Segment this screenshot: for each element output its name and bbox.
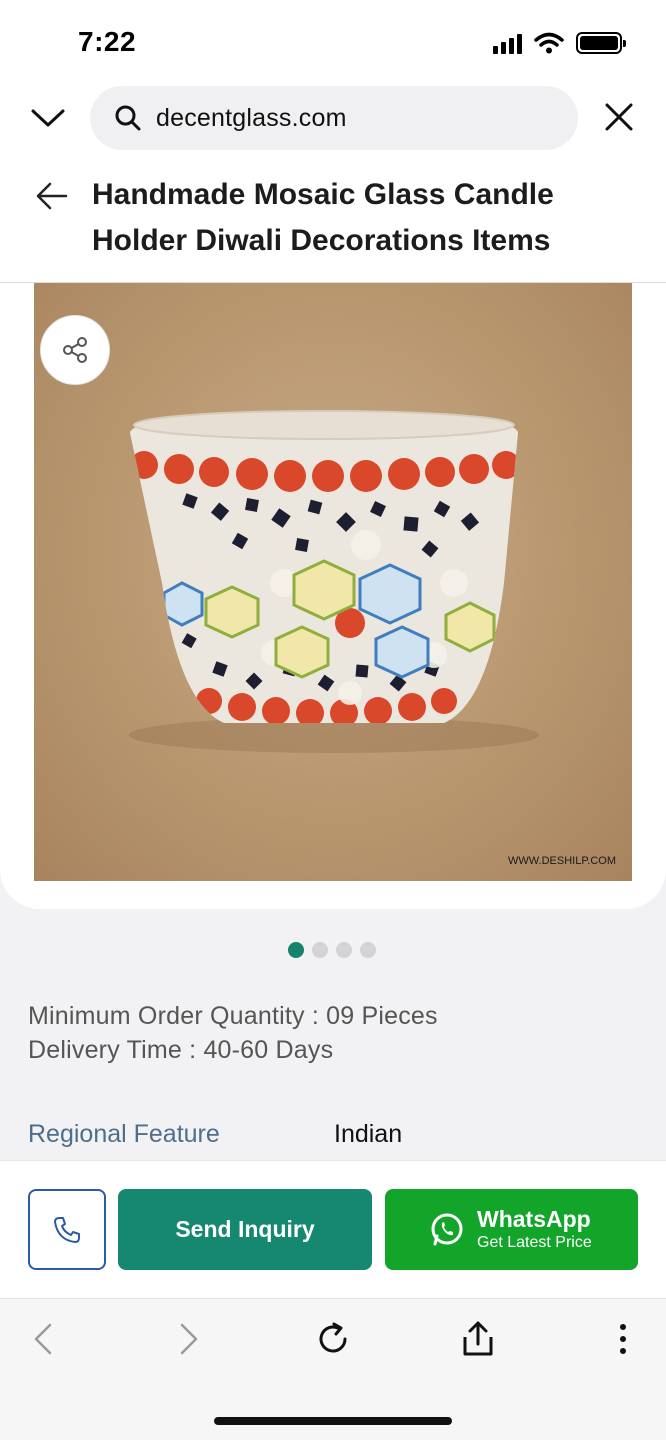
product-gallery-card: WWW.DESHILP.COM <box>0 283 666 909</box>
whatsapp-icon <box>431 1213 463 1245</box>
min-order-quantity: Minimum Order Quantity : 09 Pieces <box>28 1002 438 1030</box>
pagination-dot[interactable] <box>336 942 352 958</box>
wifi-icon <box>534 32 564 54</box>
page-title: Handmade Mosaic Glass Candle Holder Diwa… <box>92 178 554 257</box>
chevron-down-icon[interactable] <box>28 98 68 138</box>
nav-forward-icon[interactable] <box>168 1319 208 1359</box>
delivery-time: Delivery Time : 40-60 Days <box>28 1036 334 1064</box>
signal-icon <box>493 32 522 54</box>
image-watermark: WWW.DESHILP.COM <box>508 855 616 867</box>
whatsapp-subtitle: Get Latest Price <box>477 1233 592 1251</box>
reload-icon[interactable] <box>313 1319 353 1359</box>
more-icon[interactable] <box>603 1319 643 1359</box>
send-inquiry-button[interactable]: Send Inquiry <box>118 1189 372 1270</box>
close-icon[interactable] <box>600 98 638 136</box>
phone-icon <box>54 1216 80 1243</box>
battery-icon <box>576 32 626 54</box>
url-text: decentglass.com <box>156 103 347 132</box>
url-bar[interactable]: decentglass.com <box>90 86 578 150</box>
whatsapp-button[interactable]: WhatsApp Get Latest Price <box>385 1189 638 1270</box>
status-icons <box>493 32 626 54</box>
status-time: 7:22 <box>78 26 137 57</box>
back-arrow-icon[interactable] <box>34 178 70 214</box>
browser-url-row: decentglass.com <box>0 84 666 154</box>
call-button[interactable] <box>28 1189 106 1270</box>
regional-feature-label: Regional Feature <box>28 1120 220 1148</box>
share-upload-icon[interactable] <box>458 1319 498 1359</box>
candle-holder-illustration <box>129 410 539 753</box>
pagination-dot[interactable] <box>360 942 376 958</box>
action-bar: Send Inquiry WhatsApp Get Latest Price <box>0 1160 666 1298</box>
pagination-dot[interactable] <box>288 942 304 958</box>
share-icon <box>63 337 87 363</box>
nav-back-icon[interactable] <box>24 1319 64 1359</box>
home-indicator[interactable] <box>214 1417 452 1425</box>
product-image[interactable]: WWW.DESHILP.COM <box>34 283 632 881</box>
pagination-dot[interactable] <box>312 942 328 958</box>
app-header: 7:22 decentglass.com Handmade Mosaic Gla… <box>0 0 666 283</box>
regional-feature-value: Indian <box>334 1120 403 1148</box>
search-icon <box>115 105 141 131</box>
share-button[interactable] <box>40 315 110 385</box>
whatsapp-title: WhatsApp <box>477 1205 591 1232</box>
gallery-pagination[interactable] <box>288 942 376 958</box>
